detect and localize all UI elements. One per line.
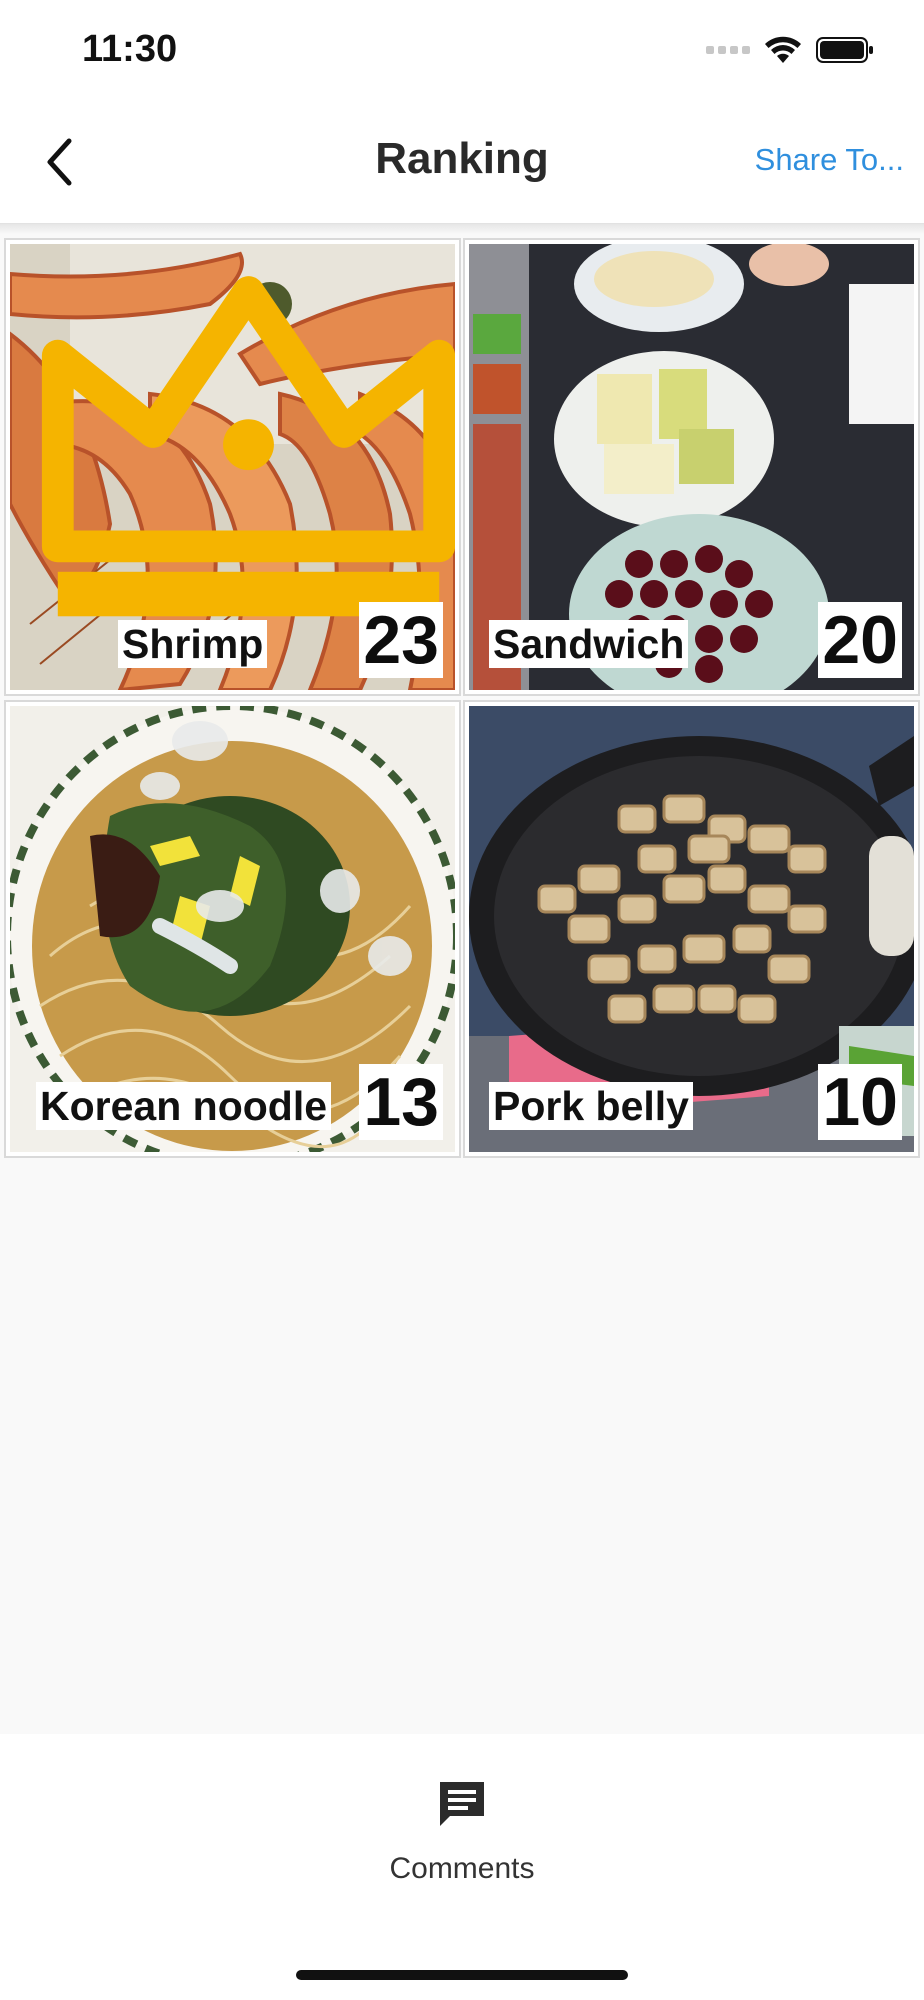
ranking-tile-korean-noodle[interactable]: Korean noodle 13 (4, 700, 461, 1158)
status-bar: 11:30 (0, 0, 924, 100)
share-to-button[interactable]: Share To... (755, 142, 904, 178)
battery-icon (816, 37, 873, 63)
ranking-item-label: Korean noodle (36, 1082, 332, 1130)
ranking-count: 23 (359, 602, 443, 678)
ranking-item-label: Pork belly (489, 1082, 693, 1130)
ranking-item-label: Shrimp (118, 620, 268, 668)
ranking-tile-shrimp[interactable]: Shrimp 23 (4, 238, 461, 696)
status-time: 11:30 (82, 28, 178, 70)
ranking-grid: Shrimp 23 Sandwich 20 Korean noodle 13 P… (4, 238, 920, 1158)
ranking-count: 10 (818, 1064, 902, 1140)
navigation-bar: Ranking Share To... (0, 100, 924, 224)
bottom-tab-bar: Comments (0, 1734, 924, 2000)
home-indicator[interactable] (296, 1970, 628, 1980)
pork-belly-photo: Pork belly 10 (469, 706, 914, 1152)
ranking-count: 20 (818, 602, 902, 678)
ranking-tile-sandwich[interactable]: Sandwich 20 (463, 238, 920, 696)
nav-divider (0, 224, 924, 234)
comments-label: Comments (389, 1852, 535, 1885)
shrimp-photo: Shrimp 23 (10, 244, 455, 690)
ranking-tile-pork-belly[interactable]: Pork belly 10 (463, 700, 920, 1158)
status-icons (706, 34, 874, 66)
chat-bubble-icon (440, 1782, 484, 1826)
sandwich-photo: Sandwich 20 (469, 244, 914, 690)
cellular-signal-icon (706, 46, 750, 54)
korean-noodle-photo: Korean noodle 13 (10, 706, 455, 1152)
ranking-item-label: Sandwich (489, 620, 689, 668)
comments-tab[interactable]: Comments (312, 1768, 612, 1898)
wifi-icon (765, 36, 801, 63)
ranking-count: 13 (359, 1064, 443, 1140)
